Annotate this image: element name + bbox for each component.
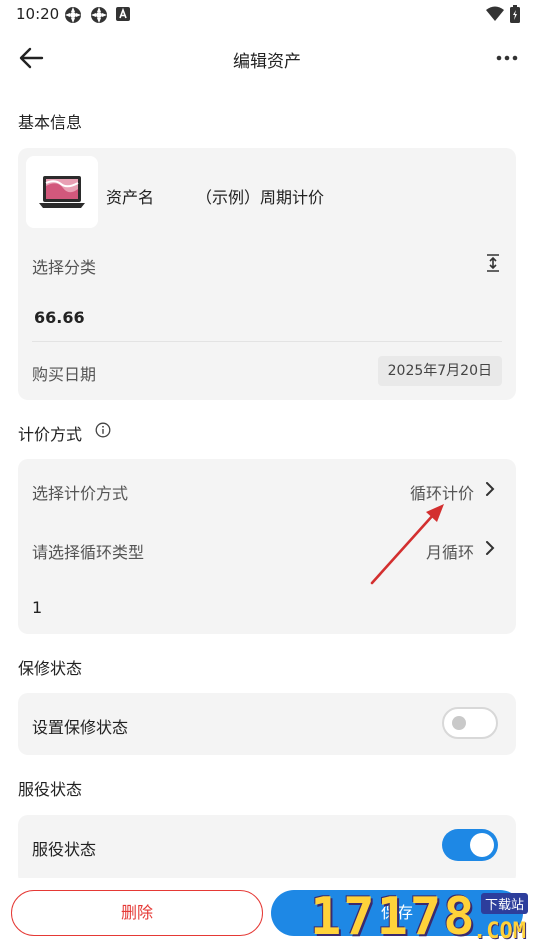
chevron-right-icon[interactable] (484, 541, 496, 555)
watermark-suffix: .COM (473, 919, 526, 944)
notification-app-icon (91, 7, 107, 23)
category-expand-icon[interactable] (486, 254, 500, 272)
chevron-right-icon[interactable] (484, 482, 496, 496)
price-input[interactable]: 66.66 (34, 308, 85, 327)
notification-a-icon (116, 7, 130, 21)
service-toggle[interactable] (442, 829, 498, 861)
battery-icon (510, 5, 520, 23)
warranty-toggle[interactable] (442, 707, 498, 739)
watermark-badge: 下载站 (480, 893, 528, 914)
basic-info-card: 资产名 （示例）周期计价 选择分类 66.66 购买日期 2025年7月20日 (18, 148, 516, 400)
purchase-date-label: 购买日期 (32, 365, 97, 384)
status-system-icons (486, 5, 520, 23)
status-bar: 10:20 (0, 0, 534, 28)
service-toggle-label: 服役状态 (32, 840, 97, 859)
site-watermark: 17178 下载站 .COM (310, 885, 534, 950)
toggle-knob (470, 833, 494, 857)
warranty-card: 设置保修状态 (18, 693, 516, 755)
wifi-icon (486, 6, 504, 21)
status-notification-icons (64, 6, 130, 24)
category-label[interactable]: 选择分类 (32, 254, 96, 278)
status-time: 10:20 (16, 5, 60, 23)
warranty-toggle-label: 设置保修状态 (32, 718, 129, 737)
watermark-digits: 17178 (310, 887, 477, 947)
price-divider (32, 341, 502, 342)
pricing-section-title: 计价方式 (18, 425, 83, 444)
purchase-date-button[interactable]: 2025年7月20日 (377, 356, 502, 386)
page-title: 编辑资产 (233, 52, 301, 72)
basic-info-section-title: 基本信息 (18, 113, 83, 132)
cycle-count-input[interactable]: 1 (32, 598, 42, 617)
service-section-title: 服役状态 (18, 780, 83, 799)
more-options-icon[interactable] (496, 48, 518, 68)
service-card: 服役状态 (18, 815, 516, 885)
asset-name-label: 资产名 (106, 188, 155, 207)
asset-icon-picker[interactable] (26, 156, 98, 228)
info-icon[interactable] (95, 422, 111, 438)
toggle-knob (452, 716, 466, 730)
asset-name-input[interactable]: （示例）周期计价 (196, 184, 324, 208)
annotation-arrow-icon (370, 504, 444, 585)
cycle-type-label[interactable]: 请选择循环类型 (32, 539, 144, 563)
app-bar: 编辑资产 (0, 38, 534, 78)
laptop-icon (39, 176, 85, 208)
pricing-method-label[interactable]: 选择计价方式 (32, 480, 128, 504)
delete-button[interactable]: 删除 (11, 890, 263, 936)
notification-app-icon (65, 7, 81, 23)
warranty-section-title: 保修状态 (18, 659, 83, 678)
